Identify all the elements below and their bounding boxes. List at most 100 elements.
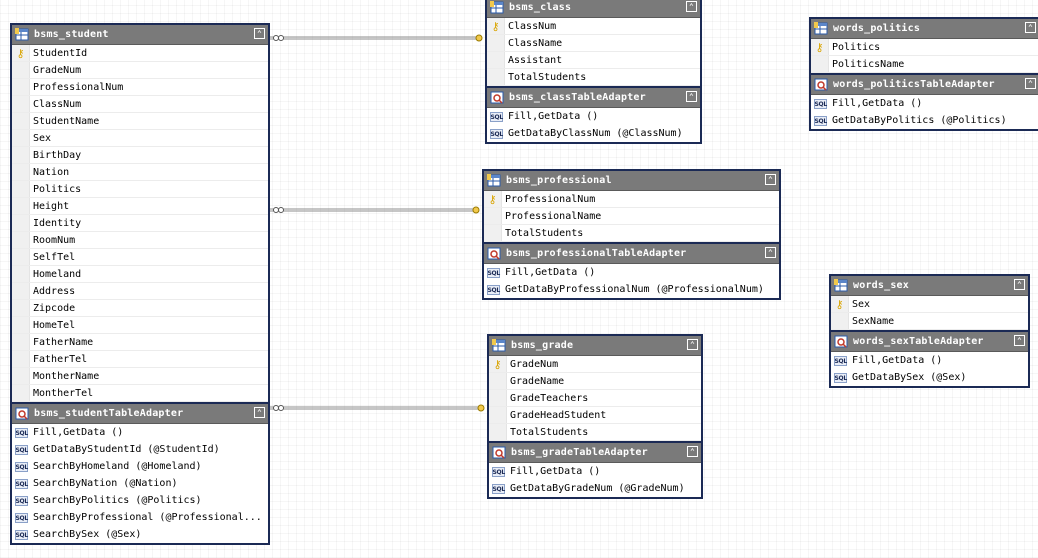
- row-gutter: SQL: [12, 509, 30, 526]
- column-row[interactable]: Identity: [12, 215, 268, 232]
- collapse-chevron-icon[interactable]: ⌃: [1014, 279, 1025, 290]
- query-row[interactable]: SQL GetDataByProfessionalNum (@Profession…: [484, 281, 779, 298]
- query-row[interactable]: SQL Fill,GetData (): [489, 463, 701, 480]
- collapse-chevron-icon[interactable]: ⌃: [254, 407, 265, 418]
- relation-student-professional[interactable]: [270, 206, 480, 214]
- query-row[interactable]: SQL Fill,GetData (): [12, 424, 268, 441]
- column-row[interactable]: ⚷ GradeNum: [489, 356, 701, 373]
- table-words-sex[interactable]: words_sex ⌃ ⚷ Sex SexName words_sexTableAdapt…: [829, 274, 1030, 388]
- column-row[interactable]: ⚷ StudentId: [12, 45, 268, 62]
- table-header[interactable]: bsms_professional ⌃: [484, 171, 779, 191]
- column-name: Politics: [33, 183, 82, 195]
- column-row[interactable]: FatherName: [12, 334, 268, 351]
- table-header[interactable]: words_politics ⌃: [811, 19, 1038, 39]
- query-row[interactable]: SQL Fill,GetData (): [484, 264, 779, 281]
- query-row[interactable]: SQL GetDataBySex (@Sex): [831, 369, 1028, 386]
- column-row[interactable]: ClassNum: [12, 96, 268, 113]
- primary-key-icon: ⚷: [835, 297, 844, 311]
- column-row[interactable]: SelfTel: [12, 249, 268, 266]
- query-name: SearchBySex (@Sex): [33, 529, 142, 540]
- column-row[interactable]: GradeNum: [12, 62, 268, 79]
- collapse-chevron-icon[interactable]: ⌃: [765, 247, 776, 258]
- collapse-chevron-icon[interactable]: ⌃: [687, 339, 698, 350]
- column-row[interactable]: ⚷ Politics: [811, 39, 1038, 56]
- column-row[interactable]: ⚷ Sex: [831, 296, 1028, 313]
- adapter-header[interactable]: bsms_gradeTableAdapter ⌃: [489, 443, 701, 463]
- table-icon: [492, 339, 506, 352]
- column-row[interactable]: TotalStudents: [487, 69, 700, 86]
- column-row[interactable]: Assistant: [487, 52, 700, 69]
- column-row[interactable]: Height: [12, 198, 268, 215]
- column-row[interactable]: ClassName: [487, 35, 700, 52]
- column-row[interactable]: TotalStudents: [489, 424, 701, 441]
- column-name: MontherTel: [33, 387, 94, 399]
- table-header[interactable]: words_sex ⌃: [831, 276, 1028, 296]
- column-row[interactable]: Nation: [12, 164, 268, 181]
- adapter-header[interactable]: bsms_studentTableAdapter ⌃: [12, 404, 268, 424]
- column-row[interactable]: StudentName: [12, 113, 268, 130]
- query-row[interactable]: SQL GetDataByPolitics (@Politics): [811, 112, 1038, 129]
- column-row[interactable]: RoomNum: [12, 232, 268, 249]
- column-row[interactable]: BirthDay: [12, 147, 268, 164]
- table-bsms-class[interactable]: bsms_class ⌃ ⚷ ClassNum ClassName Assistant To…: [485, 0, 702, 144]
- collapse-chevron-icon[interactable]: ⌃: [686, 91, 697, 102]
- column-row[interactable]: Zipcode: [12, 300, 268, 317]
- column-row[interactable]: MontherTel: [12, 385, 268, 402]
- column-row[interactable]: FatherTel: [12, 351, 268, 368]
- query-row[interactable]: SQL SearchByProfessional (@Professional..…: [12, 509, 268, 526]
- column-row[interactable]: GradeTeachers: [489, 390, 701, 407]
- table-bsms-grade[interactable]: bsms_grade ⌃ ⚷ GradeNum GradeName GradeTeache…: [487, 334, 703, 499]
- table-header[interactable]: bsms_grade ⌃: [489, 336, 701, 356]
- column-row[interactable]: MontherName: [12, 368, 268, 385]
- collapse-chevron-icon[interactable]: ⌃: [1014, 335, 1025, 346]
- relation-student-class[interactable]: [270, 34, 483, 42]
- collapse-chevron-icon[interactable]: ⌃: [1025, 78, 1036, 89]
- column-row[interactable]: ProfessionalNum: [12, 79, 268, 96]
- table-words-politics[interactable]: words_politics ⌃ ⚷ Politics PoliticsName word…: [809, 17, 1038, 131]
- column-row[interactable]: PoliticsName: [811, 56, 1038, 73]
- column-row[interactable]: TotalStudents: [484, 225, 779, 242]
- sql-query-icon: SQL: [813, 98, 827, 109]
- query-row[interactable]: SQL SearchByHomeland (@Homeland): [12, 458, 268, 475]
- adapter-header[interactable]: bsms_professionalTableAdapter ⌃: [484, 244, 779, 264]
- column-row[interactable]: GradeName: [489, 373, 701, 390]
- query-row[interactable]: SQL Fill,GetData (): [487, 108, 700, 125]
- adapter-header[interactable]: words_sexTableAdapter ⌃: [831, 332, 1028, 352]
- column-row[interactable]: ⚷ ClassNum: [487, 18, 700, 35]
- adapter-header[interactable]: bsms_classTableAdapter ⌃: [487, 88, 700, 108]
- dataset-designer-canvas[interactable]: bsms_student ⌃ ⚷ StudentId GradeNum Professio…: [0, 0, 1038, 558]
- table-title: words_sex: [853, 280, 909, 291]
- collapse-chevron-icon[interactable]: ⌃: [687, 446, 698, 457]
- column-row[interactable]: SexName: [831, 313, 1028, 330]
- table-adapter-icon: [15, 407, 29, 420]
- query-row[interactable]: SQL SearchByPolitics (@Politics): [12, 492, 268, 509]
- table-bsms-student[interactable]: bsms_student ⌃ ⚷ StudentId GradeNum Professio…: [10, 23, 270, 545]
- column-row[interactable]: Politics: [12, 181, 268, 198]
- collapse-chevron-icon[interactable]: ⌃: [765, 174, 776, 185]
- column-row[interactable]: GradeHeadStudent: [489, 407, 701, 424]
- column-row[interactable]: ⚷ ProfessionalNum: [484, 191, 779, 208]
- column-row[interactable]: HomeTel: [12, 317, 268, 334]
- adapter-header[interactable]: words_politicsTableAdapter ⌃: [811, 75, 1038, 95]
- query-name: Fill,GetData (): [510, 466, 601, 477]
- collapse-chevron-icon[interactable]: ⌃: [254, 28, 265, 39]
- query-name: SearchByNation (@Nation): [33, 478, 178, 489]
- query-row[interactable]: SQL GetDataByGradeNum (@GradeNum): [489, 480, 701, 497]
- query-row[interactable]: SQL GetDataByClassNum (@ClassNum): [487, 125, 700, 142]
- column-row[interactable]: Sex: [12, 130, 268, 147]
- table-header[interactable]: bsms_student ⌃: [12, 25, 268, 45]
- row-gutter: SQL: [831, 369, 849, 386]
- query-row[interactable]: SQL GetDataByStudentId (@StudentId): [12, 441, 268, 458]
- column-row[interactable]: Address: [12, 283, 268, 300]
- query-row[interactable]: SQL Fill,GetData (): [811, 95, 1038, 112]
- table-bsms-professional[interactable]: bsms_professional ⌃ ⚷ ProfessionalNum Profes…: [482, 169, 781, 300]
- query-row[interactable]: SQL SearchByNation (@Nation): [12, 475, 268, 492]
- relation-student-grade[interactable]: [270, 404, 485, 412]
- collapse-chevron-icon[interactable]: ⌃: [1025, 22, 1036, 33]
- query-row[interactable]: SQL Fill,GetData (): [831, 352, 1028, 369]
- column-row[interactable]: ProfessionalName: [484, 208, 779, 225]
- query-row[interactable]: SQL SearchBySex (@Sex): [12, 526, 268, 543]
- collapse-chevron-icon[interactable]: ⌃: [686, 1, 697, 12]
- column-row[interactable]: Homeland: [12, 266, 268, 283]
- table-header[interactable]: bsms_class ⌃: [487, 0, 700, 18]
